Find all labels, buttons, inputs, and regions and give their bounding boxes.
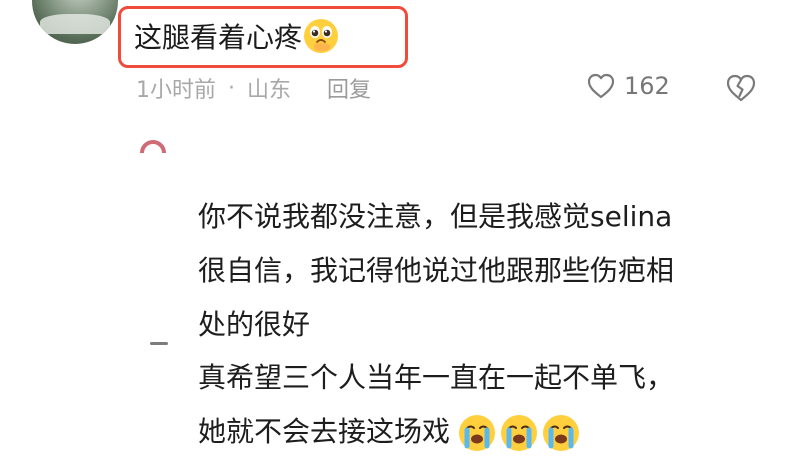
reply-line: 她就不会去接这场戏 <box>198 415 451 448</box>
reply-avatar[interactable] <box>150 342 168 345</box>
comment-text-content: 这腿看着心疼 <box>134 21 303 54</box>
reply-line: 很自信，我记得他说过他跟那些伤疤相 <box>198 254 675 287</box>
comment-text: 这腿看着心疼 <box>134 16 339 56</box>
dislike-button[interactable] <box>724 72 758 104</box>
crying-face-emoji <box>500 415 537 451</box>
reply-line: 真希望三个人当年一直在一起不单飞， <box>198 361 675 394</box>
emoji-group <box>458 415 579 451</box>
meta-separator: · <box>228 75 235 101</box>
crying-face-emoji <box>458 415 495 451</box>
reply-line-with-emojis: 她就不会去接这场戏 <box>198 405 778 459</box>
comment-meta: 1小时前 · 山东 回复 <box>136 72 371 104</box>
commenter-avatar[interactable] <box>32 0 118 44</box>
comment-location: 山东 <box>247 78 292 103</box>
reply-line: 处的很好 <box>198 308 311 341</box>
reply-line: 你不说我都没注意，但是我感觉selina <box>198 200 673 233</box>
reply-avatar[interactable] <box>140 140 170 170</box>
pleading-face-emoji <box>304 19 339 53</box>
avatar-ring <box>140 140 166 153</box>
reply-text: 真希望三个人当年一直在一起不单飞， 她就不会去接这场戏 <box>198 351 778 459</box>
comment-thread: 这腿看着心疼 1小时前 · 山东 回复 162 你不说我都没注意，但是我感觉se… <box>0 0 800 460</box>
like-button[interactable]: 162 <box>586 72 670 100</box>
reply-text: 你不说我都没注意，但是我感觉selina 很自信，我记得他说过他跟那些伤疤相 处… <box>198 190 778 352</box>
reply-button[interactable]: 回复 <box>327 72 371 104</box>
heart-icon <box>586 72 616 100</box>
like-count: 162 <box>624 72 670 100</box>
broken-heart-icon <box>724 72 758 104</box>
crying-face-emoji <box>542 415 579 451</box>
comment-time: 1小时前 <box>136 78 216 103</box>
